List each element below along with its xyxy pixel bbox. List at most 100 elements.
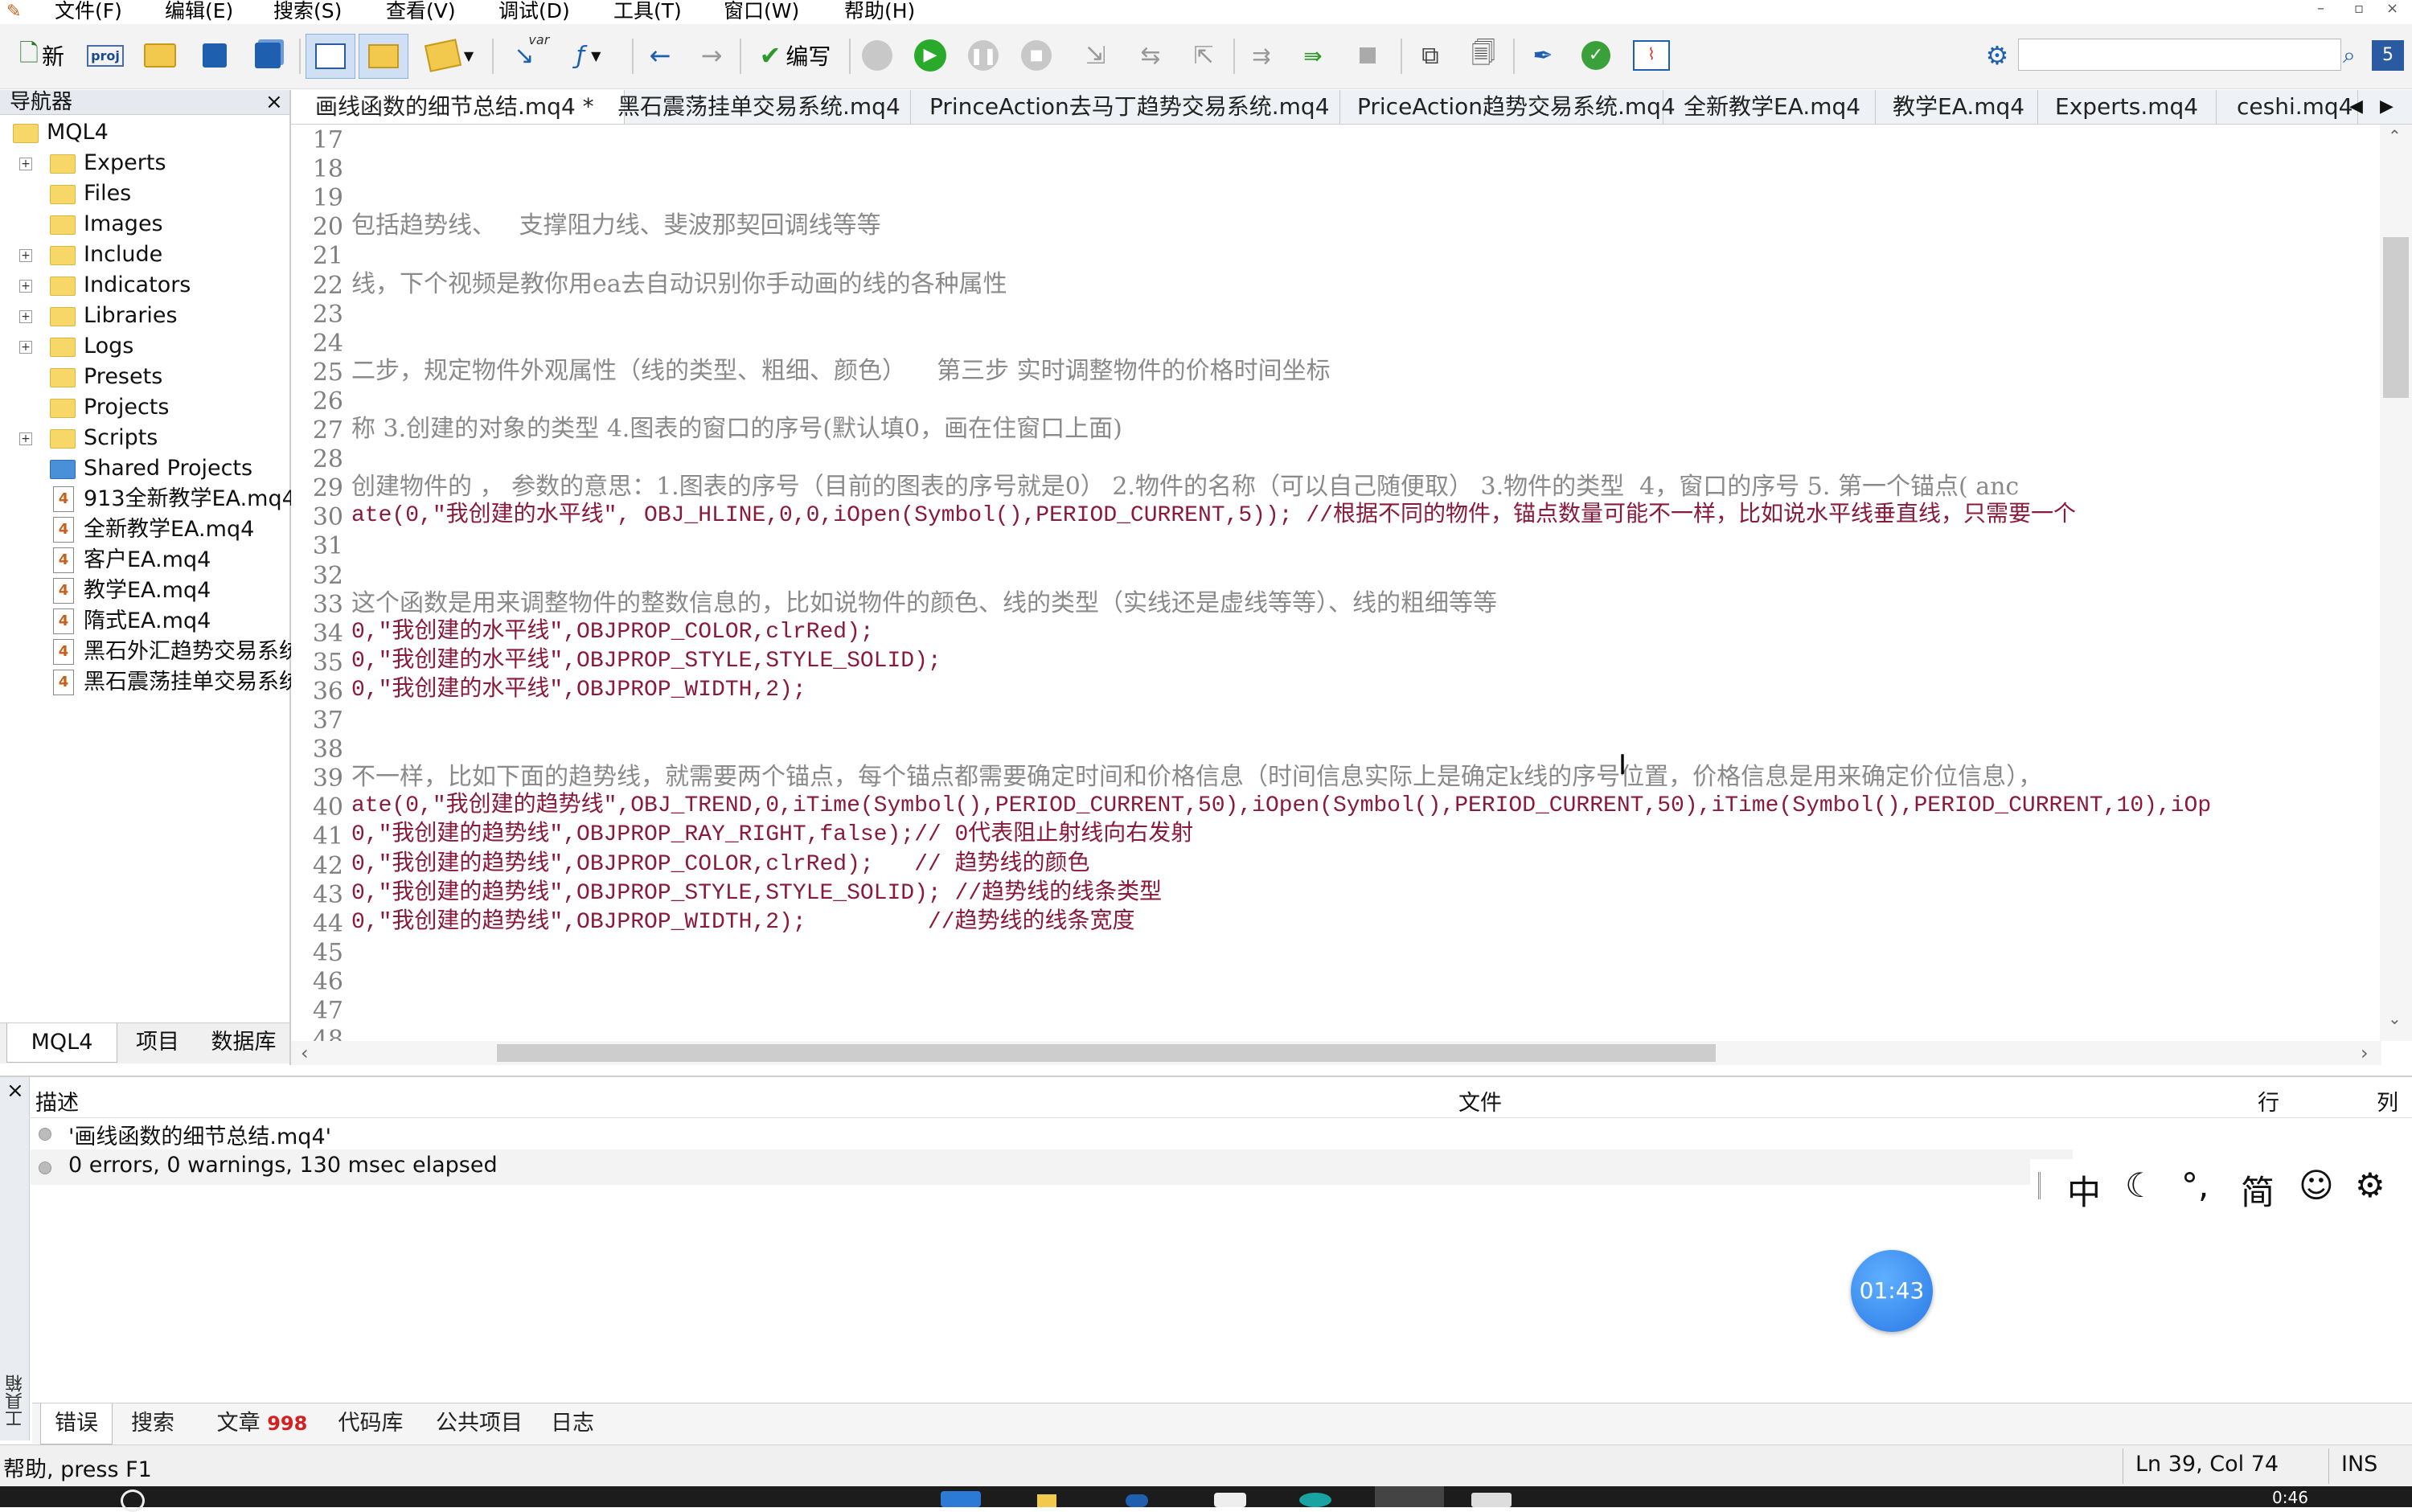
code-line[interactable]: 称 3.创建的对象的类型 4.图表的窗口的序号(默认填0，画在住窗口上面) — [351, 415, 1122, 444]
start-on-chart-button[interactable] — [855, 34, 899, 77]
taskbar-app-icon[interactable] — [1299, 1493, 1331, 1507]
tab-search[interactable]: 搜索 — [121, 1403, 185, 1444]
profile-button[interactable]: ⇉ — [1241, 34, 1282, 77]
code-line[interactable]: 0,"我创建的水平线",OBJPROP_WIDTH,2); — [351, 676, 806, 705]
taskbar-app-icon[interactable] — [1037, 1494, 1056, 1507]
scroll-up-icon[interactable]: ⌃ — [2388, 126, 2402, 145]
market-button[interactable]: ✓ — [1574, 34, 1618, 77]
minimize-icon[interactable]: – — [2317, 0, 2324, 17]
horizontal-scrollbar[interactable]: ‹ › — [291, 1041, 2381, 1065]
code-line[interactable]: 0,"我创建的水平线",OBJPROP_COLOR,clrRed); — [351, 618, 874, 647]
emoji-icon[interactable]: ☺ — [2299, 1166, 2334, 1205]
punctuation-icon[interactable]: °, — [2181, 1166, 2209, 1205]
copy-files-button[interactable]: ⧉ — [1409, 34, 1452, 77]
code-line[interactable]: 0,"我创建的水平线",OBJPROP_STYLE,STYLE_SOLID); — [351, 647, 941, 676]
file-tab[interactable]: PriceAction趋势交易系统.mq4 — [1339, 90, 1676, 124]
search-icon[interactable]: ⌕ — [2343, 42, 2356, 69]
code-line[interactable]: 二步，规定物件外观属性（线的类型、粗细、颜色） 第三步 实时调整物件的价格时间坐… — [351, 357, 1331, 386]
expand-icon[interactable]: + — [19, 341, 32, 354]
tab-journal[interactable]: 日志 — [540, 1403, 605, 1444]
code-line[interactable]: 0,"我创建的趋势线",OBJPROP_RAY_RIGHT,false);// … — [351, 821, 1193, 850]
scroll-thumb[interactable] — [497, 1044, 1716, 1062]
forward-button[interactable]: → — [691, 34, 732, 77]
taskbar-app-icon[interactable] — [941, 1491, 981, 1507]
file-tab[interactable]: ceshi.mq4 — [2217, 90, 2358, 124]
menu-view[interactable]: 查看(V) — [386, 0, 456, 22]
settings-gear-button[interactable]: ⚙ — [1979, 34, 2015, 77]
tab-articles[interactable]: 文章 998 — [198, 1403, 326, 1444]
expand-icon[interactable]: + — [19, 280, 32, 293]
start-icon[interactable] — [121, 1489, 145, 1512]
ime-width-toggle[interactable]: 简 — [2241, 1166, 2275, 1215]
toolbox-toggle-button[interactable] — [359, 34, 408, 79]
column-description[interactable]: 描述 — [35, 1085, 79, 1117]
insert-var-button[interactable]: ↘ var — [500, 32, 549, 77]
close-icon[interactable]: × — [265, 90, 283, 114]
restore-icon[interactable]: ▫ — [2354, 0, 2364, 17]
menu-search[interactable]: 搜索(S) — [273, 0, 342, 22]
stop-debug-button[interactable] — [1348, 34, 1388, 77]
menu-file[interactable]: 文件(F) — [55, 0, 122, 22]
close-icon[interactable]: × — [6, 1079, 24, 1103]
taskbar-clock[interactable]: 0:46 — [2272, 1488, 2308, 1507]
taskbar-app-active[interactable] — [1375, 1486, 1444, 1507]
metaeditor-settings-button[interactable]: ✒ — [1521, 34, 1565, 77]
column-line[interactable]: 行 — [2258, 1085, 2279, 1117]
file-tab[interactable]: 教学EA.mq4 — [1875, 90, 2038, 124]
menu-tools[interactable]: 工具(T) — [613, 0, 682, 22]
tab-public-projects[interactable]: 公共项目 — [425, 1403, 534, 1444]
tab-scroll-left-icon[interactable]: ◀ — [2349, 90, 2363, 124]
ime-drag-handle[interactable] — [2038, 1172, 2047, 1199]
vertical-scrollbar[interactable]: ⌃ ⌄ — [2380, 125, 2412, 1041]
run-button[interactable]: ▶ — [909, 34, 952, 77]
back-button[interactable]: ← — [640, 34, 680, 77]
scroll-right-icon[interactable]: › — [2361, 1041, 2369, 1065]
new-button[interactable]: 🗋 新 — [8, 34, 76, 77]
code-line[interactable]: 0,"我创建的趋势线",OBJPROP_STYLE,STYLE_SOLID); … — [351, 879, 1162, 908]
open-button[interactable] — [138, 34, 182, 77]
code-line[interactable]: 创建物件的 ， 参数的意思：1.图表的序号（目前的图表的序号就是0） 2.物件的… — [351, 473, 2019, 502]
step-into-button[interactable]: ⇲ — [1074, 34, 1118, 77]
continue-button[interactable]: ⇛ — [1293, 34, 1333, 77]
code-line[interactable]: 这个函数是用来调整物件的整数信息的，比如说物件的颜色、线的类型（实线还是虚线等等… — [351, 589, 1497, 618]
gear-icon[interactable]: ⚙ — [2355, 1166, 2385, 1205]
stop-button[interactable]: ■ — [1015, 34, 1058, 77]
search-input[interactable] — [2018, 39, 2341, 71]
mql5-community-button[interactable]: 5 — [2372, 40, 2404, 71]
file-tab[interactable]: 黑石震荡挂单交易系统.mq4 — [600, 90, 911, 124]
print-preview-button[interactable]: 🗐 — [1462, 34, 1505, 77]
scroll-down-icon[interactable]: ⌄ — [2388, 1009, 2402, 1028]
moon-icon[interactable]: ☾ — [2125, 1166, 2156, 1205]
message-row[interactable]: '画线函数的细节总结.mq4' — [68, 1119, 331, 1150]
pause-button[interactable]: ❚❚ — [962, 34, 1005, 77]
code-line[interactable]: 不一样，比如下面的趋势线，就需要两个锚点，每个锚点都需要确定时间和价格信息（时间… — [351, 763, 2042, 792]
tab-scroll-right-icon[interactable]: ▶ — [2380, 90, 2394, 124]
expand-icon[interactable]: + — [19, 432, 32, 445]
ime-language-toggle[interactable]: 中 — [2067, 1166, 2101, 1215]
taskbar-app-icon[interactable] — [1214, 1493, 1246, 1507]
menu-help[interactable]: 帮助(H) — [844, 0, 915, 22]
tab-codebase[interactable]: 代码库 — [322, 1403, 420, 1444]
column-file[interactable]: 文件 — [1458, 1085, 1502, 1117]
tab-errors[interactable]: 错误 — [40, 1403, 113, 1444]
message-row[interactable]: 0 errors, 0 warnings, 130 msec elapsed — [68, 1153, 498, 1178]
terminal-button[interactable]: ⌇ — [1627, 34, 1676, 77]
tab-projects[interactable]: 项目 — [117, 1023, 198, 1062]
code-line[interactable]: 包括趋势线、 支撑阻力线、斐波那契回调线等等 — [351, 211, 881, 240]
step-over-button[interactable]: ⇆ — [1129, 34, 1172, 77]
app-icon[interactable]: ✎ — [6, 2, 21, 22]
menu-edit[interactable]: 编辑(E) — [165, 0, 233, 22]
recording-timer[interactable]: 01:43 — [1851, 1250, 1933, 1332]
step-out-button[interactable]: ⇱ — [1182, 34, 1225, 77]
expand-icon[interactable]: + — [19, 310, 32, 323]
compile-button[interactable]: ✔ 编写 — [748, 34, 843, 77]
code-line[interactable]: 0,"我创建的趋势线",OBJPROP_COLOR,clrRed); // 趋势… — [351, 850, 1090, 879]
scroll-thumb[interactable] — [2383, 237, 2409, 398]
code-editor[interactable]: 17 18 19 20 包括趋势线、 支撑阻力线、斐波那契回调线等等 21 22 线，下个视频… — [291, 125, 2381, 1041]
taskbar-app-icon[interactable] — [1126, 1494, 1148, 1507]
code-line[interactable]: ate(0,"我创建的趋势线",OBJ_TREND,0,iTime(Symbol… — [351, 792, 2211, 821]
expand-icon[interactable]: + — [19, 249, 32, 262]
code-line[interactable]: 0,"我创建的趋势线",OBJPROP_WIDTH,2); //趋势线的线条宽度 — [351, 908, 1135, 937]
file-tab[interactable]: 全新教学EA.mq4 — [1664, 90, 1876, 124]
new-project-button[interactable]: proj — [85, 34, 125, 77]
